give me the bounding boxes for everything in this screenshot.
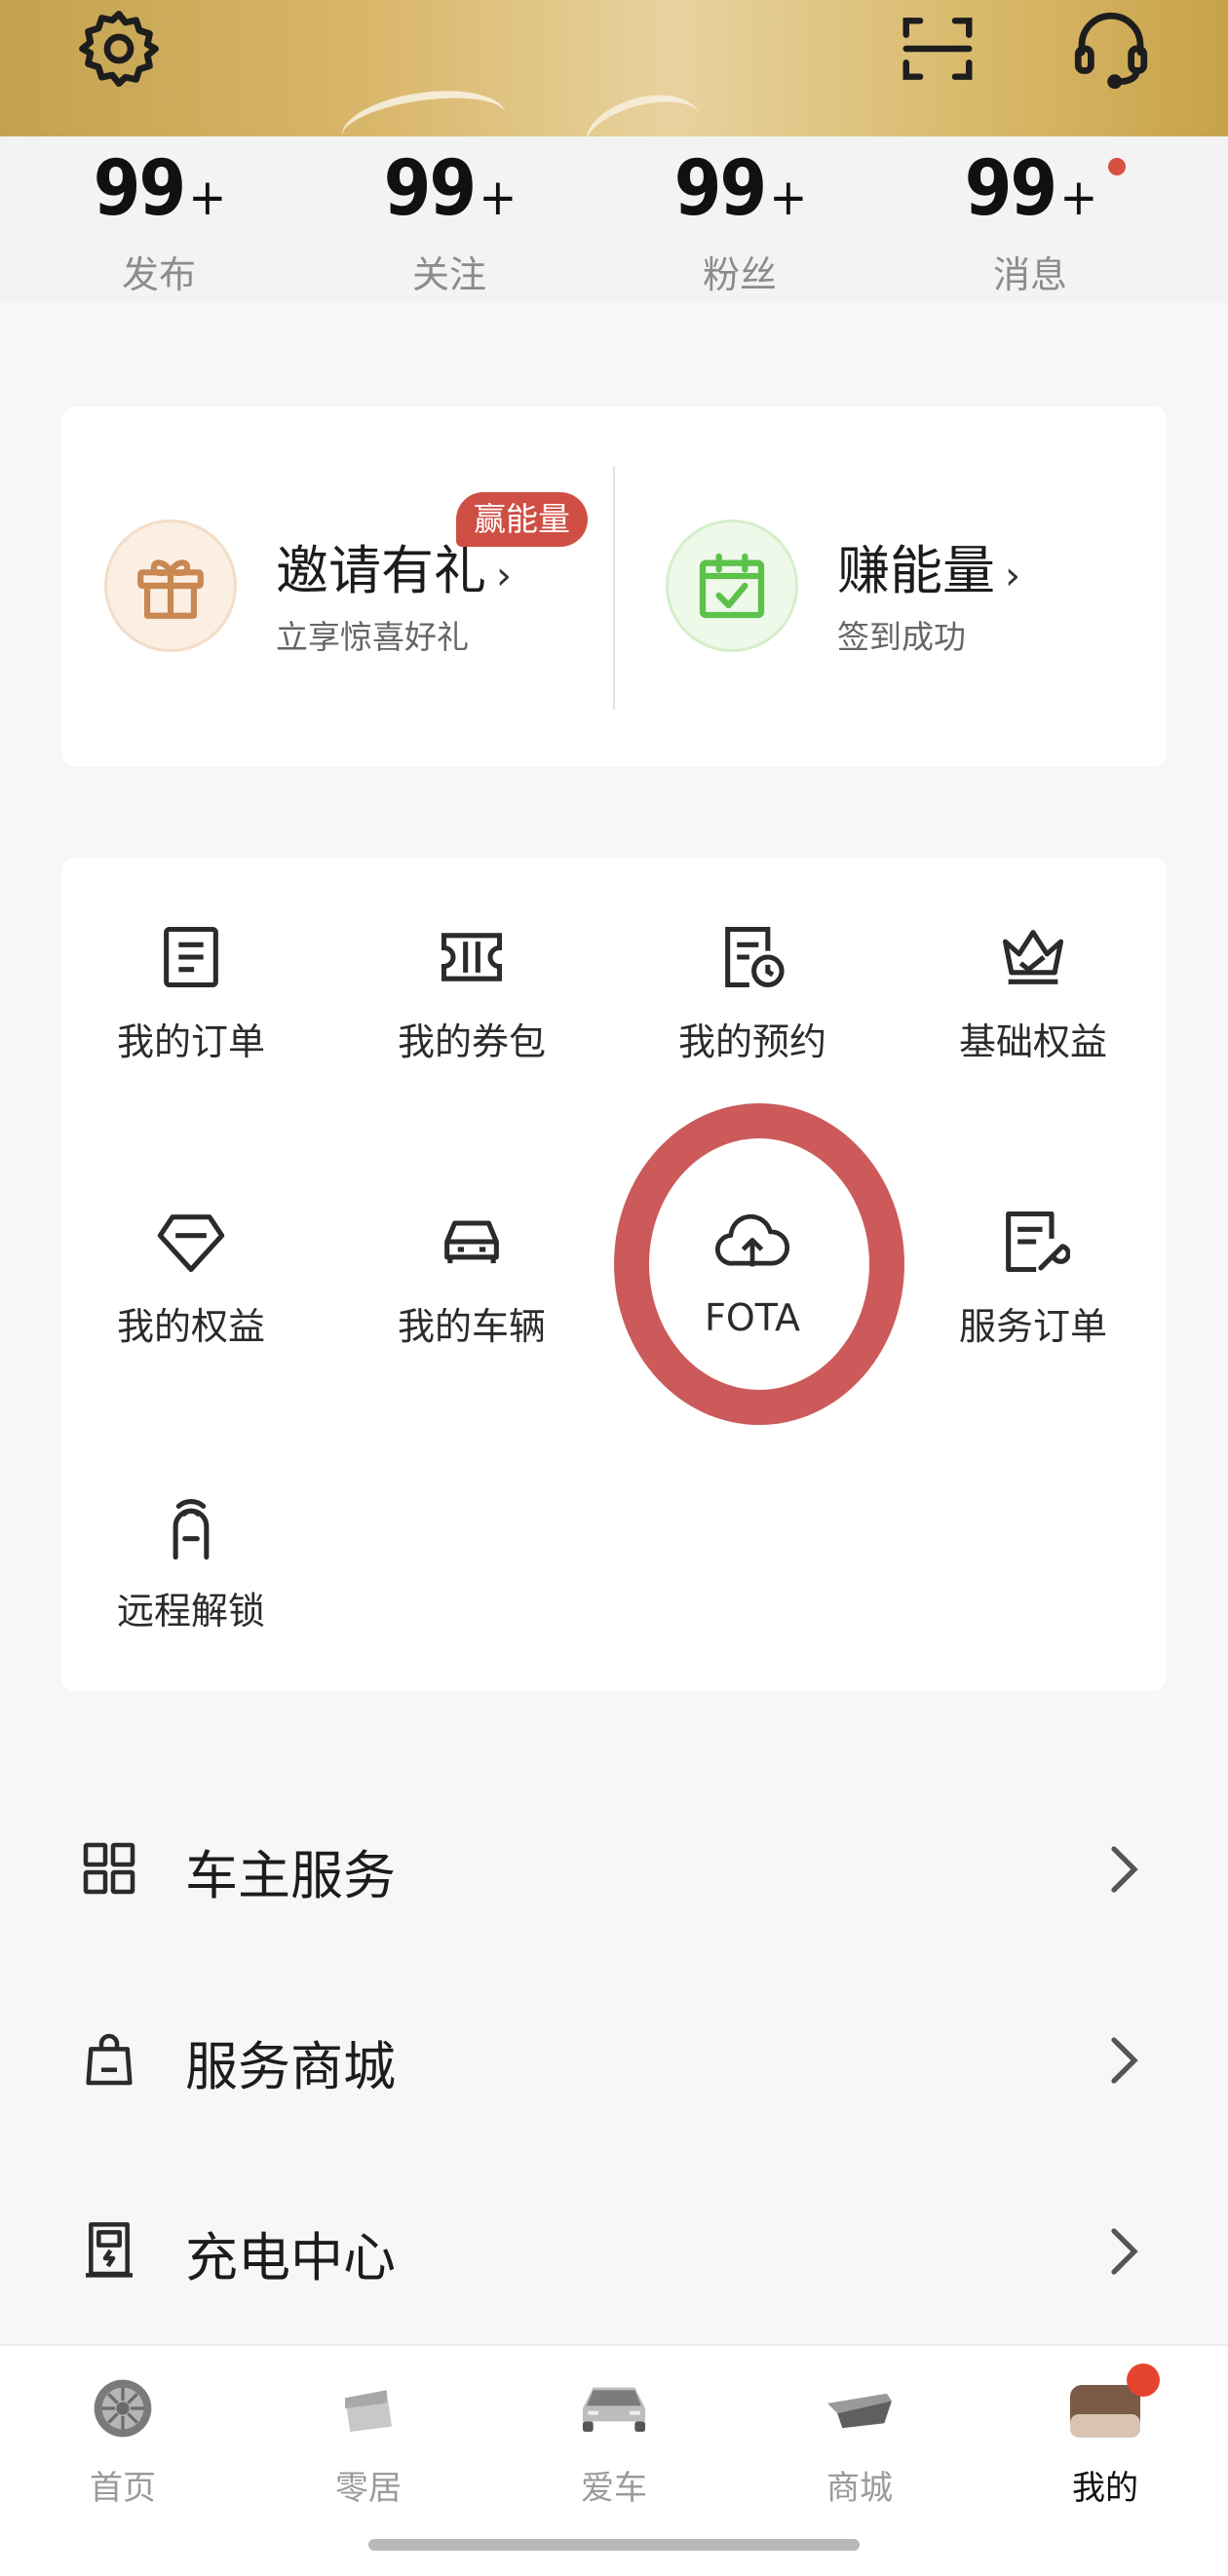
diamond-icon <box>157 1214 225 1273</box>
remote-unlock-icon <box>173 1499 210 1560</box>
grid-item-label: 我的预约 <box>677 1020 826 1063</box>
scan-button[interactable] <box>889 0 986 97</box>
calendar-icon-circle <box>666 519 798 652</box>
header-banner <box>0 0 1228 178</box>
grid-item-my-orders[interactable]: 我的订单 <box>51 906 331 1065</box>
invite-title: 邀请有礼 <box>276 540 486 601</box>
tab-label: 我的 <box>1072 2469 1138 2508</box>
tab-label: 零居 <box>335 2469 402 2508</box>
car-icon <box>444 1220 499 1264</box>
stat-value: 99 <box>93 145 187 233</box>
list-item-charging-center[interactable]: 充电中心 <box>0 2175 1228 2322</box>
headset-icon <box>1074 12 1148 90</box>
scan-icon <box>902 18 973 80</box>
service-order-icon <box>1006 1211 1070 1273</box>
crown-icon <box>1002 930 1064 984</box>
list-item-label: 车主服务 <box>185 1845 396 1906</box>
earn-energy-entry[interactable]: 赚能量 › 签到成功 <box>615 406 1167 767</box>
shopping-bag-icon <box>86 2033 133 2086</box>
grid-item-label: 服务订单 <box>958 1305 1107 1348</box>
stat-fans[interactable]: 99+ 粉丝 <box>642 136 837 302</box>
tab-mine[interactable]: 我的 <box>982 2364 1228 2509</box>
tab-zero-home[interactable]: 零居 <box>246 2369 491 2509</box>
wheel-icon <box>94 2379 152 2438</box>
settings-button[interactable] <box>70 0 168 97</box>
grid-item-basic-benefits[interactable]: 基础权益 <box>893 906 1173 1065</box>
customer-service-button[interactable] <box>1062 0 1160 97</box>
car-front-icon <box>583 2387 645 2432</box>
grid-item-my-benefits[interactable]: 我的权益 <box>51 1191 331 1350</box>
stat-value: 99 <box>383 145 478 233</box>
appointment-icon <box>725 926 785 988</box>
stat-messages[interactable]: 99+ 消息 <box>933 136 1128 302</box>
stat-label: 消息 <box>992 253 1067 296</box>
grid-item-label: 我的订单 <box>116 1020 265 1063</box>
list-item-label: 充电中心 <box>185 2227 396 2288</box>
invite-entry[interactable]: 邀请有礼 › 立享惊喜好礼 <box>61 406 613 767</box>
stat-label: 关注 <box>411 253 486 296</box>
grid-item-my-appointments[interactable]: 我的预约 <box>612 906 893 1065</box>
home-indicator <box>368 2539 860 2551</box>
tab-label: 爱车 <box>581 2469 647 2508</box>
grid-item-label: 远程解锁 <box>116 1590 265 1633</box>
grid-item-my-coupons[interactable]: 我的券包 <box>331 906 612 1065</box>
stat-label: 粉丝 <box>702 253 777 296</box>
stats-bar: 99+ 发布 99+ 关注 99+ 粉丝 99+ 消息 <box>0 136 1228 302</box>
tab-my-car[interactable]: 爱车 <box>491 2369 737 2509</box>
tab-label: 商城 <box>826 2469 893 2508</box>
gear-icon <box>79 11 159 87</box>
earn-title: 赚能量 <box>837 540 995 601</box>
gift-icon <box>137 559 204 619</box>
stat-posts[interactable]: 99+ 发布 <box>61 136 256 302</box>
tab-mall[interactable]: 商城 <box>737 2369 982 2509</box>
home-icon <box>345 2390 392 2432</box>
chevron-right-icon <box>1111 2228 1138 2275</box>
charger-icon <box>86 2222 133 2278</box>
stat-plus: + <box>1059 169 1097 227</box>
stat-following[interactable]: 99+ 关注 <box>352 136 547 302</box>
unread-dot <box>1108 158 1126 175</box>
notification-dot <box>1127 2364 1160 2397</box>
gift-icon-circle <box>104 519 237 652</box>
chevron-right-icon: › <box>1005 554 1020 598</box>
earn-subtitle: 签到成功 <box>837 618 966 656</box>
grid-item-remote-unlock[interactable]: 远程解锁 <box>51 1476 331 1634</box>
reward-badge: 赢能量 <box>456 492 588 547</box>
chevron-right-icon <box>1111 2037 1138 2084</box>
grid-item-service-orders[interactable]: 服务订单 <box>893 1191 1173 1350</box>
stat-label: 发布 <box>121 253 196 296</box>
chevron-right-icon <box>1111 1846 1138 1893</box>
list-item-owner-service[interactable]: 车主服务 <box>0 1793 1228 1940</box>
chevron-right-icon: › <box>496 554 512 598</box>
list-item-label: 服务商城 <box>185 2036 396 2097</box>
tab-label: 首页 <box>90 2469 156 2508</box>
order-icon <box>164 926 218 988</box>
stat-value: 99 <box>673 145 768 233</box>
grid-item-label: 我的车辆 <box>397 1305 546 1348</box>
grid-item-label: 基础权益 <box>958 1020 1107 1063</box>
invite-subtitle: 立享惊喜好礼 <box>276 618 469 656</box>
grid-item-label: 我的券包 <box>397 1020 546 1063</box>
highlight-circle <box>614 1103 904 1425</box>
grid-item-label: 我的权益 <box>116 1305 265 1348</box>
stat-plus: + <box>479 169 517 227</box>
grid-icon <box>83 1842 135 1895</box>
stat-plus: + <box>188 169 226 227</box>
tab-home[interactable]: 首页 <box>0 2369 246 2509</box>
grid-item-my-vehicles[interactable]: 我的车辆 <box>331 1191 612 1350</box>
mall-icon <box>827 2393 892 2429</box>
stat-plus: + <box>769 169 807 227</box>
stat-value: 99 <box>964 145 1058 233</box>
coupon-icon <box>441 933 503 981</box>
calendar-check-icon <box>699 553 765 619</box>
list-item-service-mall[interactable]: 服务商城 <box>0 1984 1228 2131</box>
